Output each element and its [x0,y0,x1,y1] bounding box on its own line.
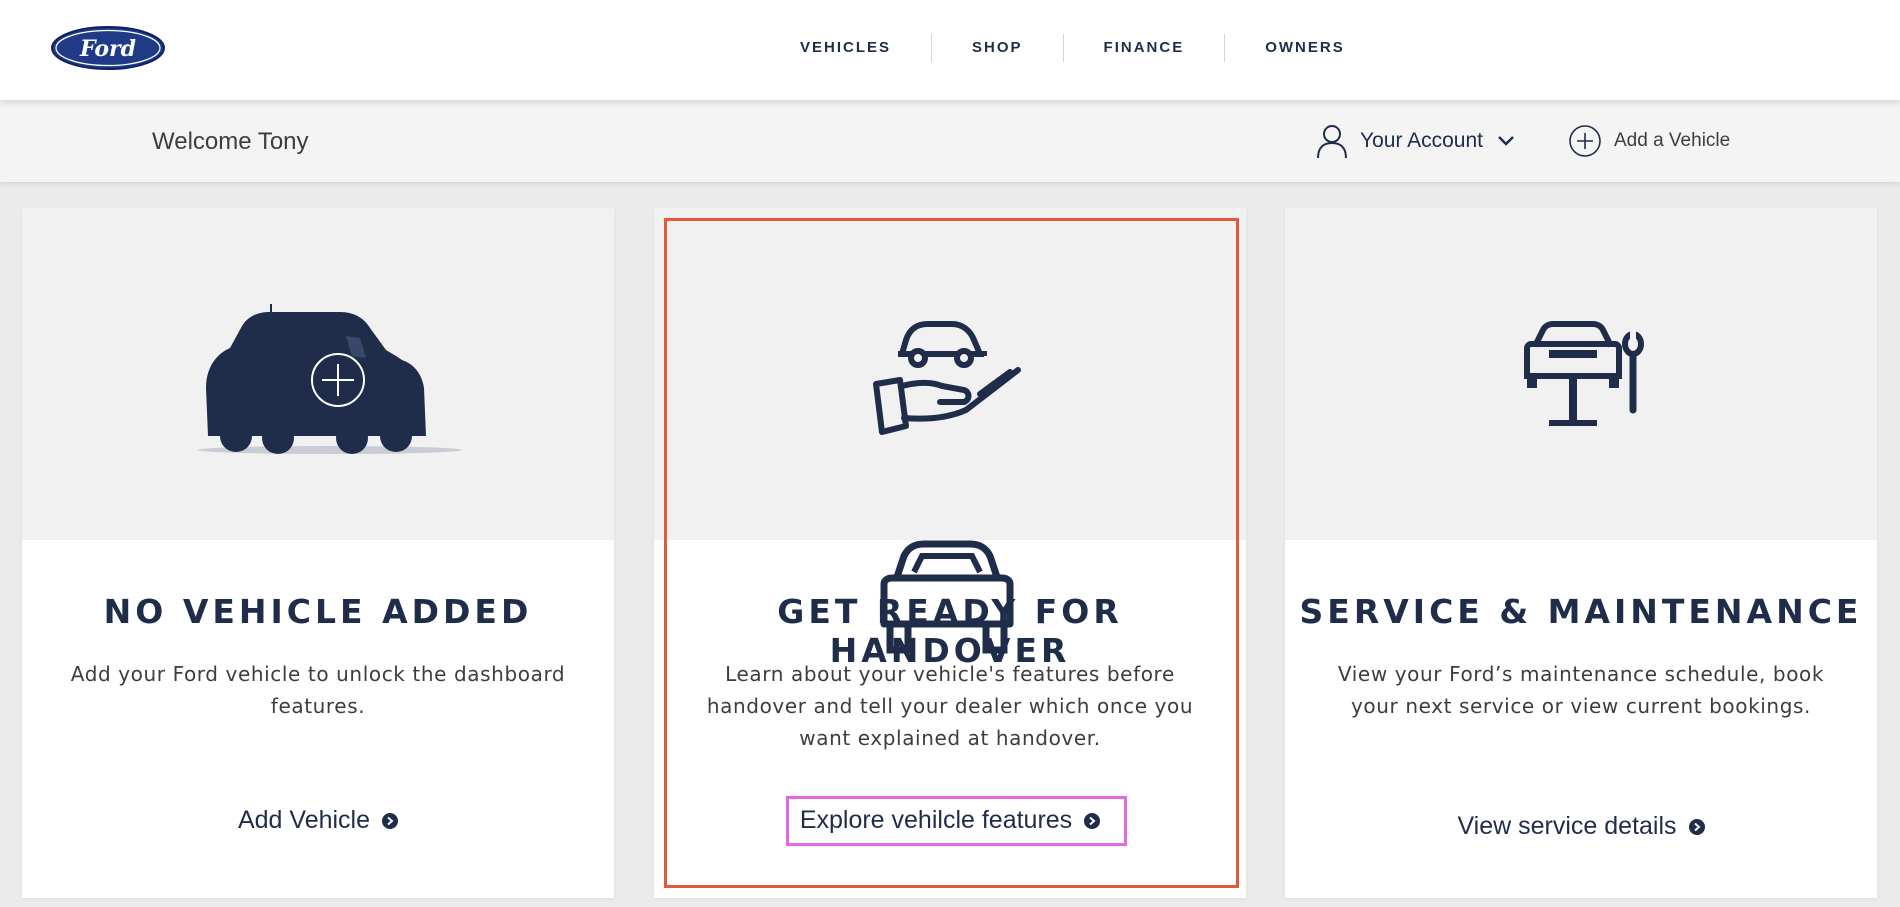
car-front-icon [880,540,1014,654]
card-image-area [654,208,1246,540]
nav-item-finance[interactable]: FINANCE [1064,34,1225,62]
add-a-vehicle-button[interactable]: Add a Vehicle [1568,122,1730,160]
card-service: SERVICE & MAINTENANCE View your Ford’s m… [1285,208,1877,898]
hand-holding-car-icon [873,321,1021,435]
nav-item-owners[interactable]: OWNERS [1225,34,1385,62]
top-navigation-bar: Ford VEHICLES SHOP FINANCE OWNERS [0,0,1900,100]
card-description: Learn about your vehicle's features befo… [706,662,1194,750]
ford-logo-text: Ford [79,36,136,62]
welcome-message: Welcome Tony [152,128,309,155]
your-account-dropdown[interactable]: Your Account [1316,122,1515,160]
chevron-right-circle-icon [1084,812,1101,829]
add-vehicle-link-label: Add Vehicle [237,806,371,834]
card-title: NO VEHICLE ADDED [103,592,533,631]
view-service-details-link[interactable]: View service details [1285,812,1877,841]
add-vehicle-link[interactable]: Add Vehicle [22,806,614,835]
card-image-area [1285,208,1877,540]
chevron-right-circle-icon [1688,818,1705,835]
account-bar: Welcome Tony Your Account Add a Vehicle [0,100,1900,182]
chevron-right-circle-icon [382,812,399,829]
nav-item-shop[interactable]: SHOP [932,34,1063,62]
suv-silhouette-add-icon[interactable] [170,298,490,458]
card-description: Add your Ford vehicle to unlock the dash… [70,662,566,718]
view-service-details-label: View service details [1457,812,1677,840]
car-lift-wrench-icon [1524,321,1645,426]
ford-logo[interactable]: Ford [50,25,166,71]
nav-item-vehicles[interactable]: VEHICLES [760,34,931,62]
explore-vehicle-features-label: Explore vehilcle features [799,806,1073,834]
chevron-down-icon [1498,136,1514,146]
card-description: View your Ford’s maintenance schedule, b… [1337,662,1825,718]
your-account-label: Your Account [1360,129,1483,152]
main-nav: VEHICLES SHOP FINANCE OWNERS [760,30,1385,66]
card-title: SERVICE & MAINTENANCE [1299,592,1863,631]
user-icon [1317,125,1347,159]
card-image-area [22,208,614,540]
card-no-vehicle: NO VEHICLE ADDED Add your Ford vehicle t… [22,208,614,898]
explore-vehicle-features-link[interactable]: Explore vehilcle features [654,806,1246,835]
plus-circle-icon [1569,125,1601,157]
add-a-vehicle-label: Add a Vehicle [1614,130,1731,151]
